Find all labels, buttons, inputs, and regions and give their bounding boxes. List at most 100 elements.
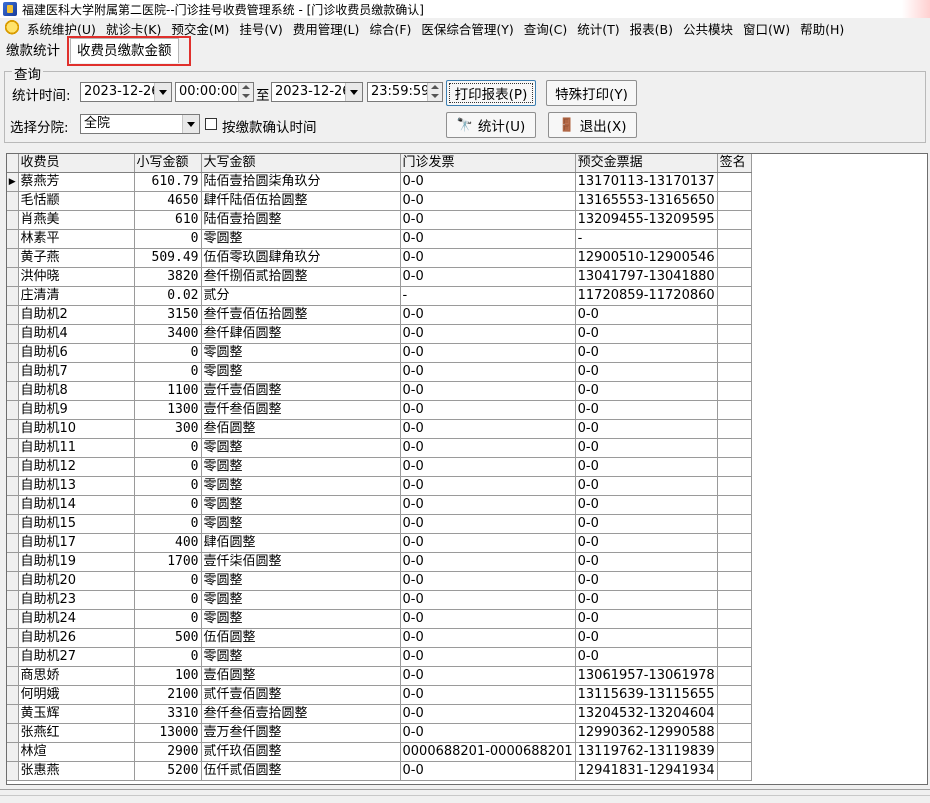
- invoice-cell[interactable]: 0-0: [400, 761, 576, 781]
- signature-cell[interactable]: [717, 229, 752, 249]
- cashier-cell[interactable]: 自助机2: [18, 305, 135, 325]
- table-row[interactable]: 商思娇 100 壹佰圆整 0-0 13061957-13061978: [7, 666, 752, 686]
- deposit-receipt-cell[interactable]: 13115639-13115655: [575, 685, 718, 705]
- amount-cell[interactable]: 610.79: [134, 172, 202, 192]
- amount-cell[interactable]: 1700: [134, 552, 202, 572]
- end-time-field[interactable]: 23:59:59: [367, 82, 443, 102]
- special-print-button[interactable]: 特殊打印(Y): [546, 80, 637, 106]
- amount-words-cell[interactable]: 伍佰零玖圆肆角玖分: [201, 248, 401, 268]
- signature-cell[interactable]: [717, 514, 752, 534]
- invoice-cell[interactable]: 0-0: [400, 381, 576, 401]
- amount-cell[interactable]: 500: [134, 628, 202, 648]
- cashier-cell[interactable]: 自助机26: [18, 628, 135, 648]
- exit-button[interactable]: 🚪 退出(X): [548, 112, 637, 138]
- table-row[interactable]: 自助机9 1300 壹仟叁佰圆整 0-0 0-0: [7, 400, 752, 420]
- deposit-receipt-cell[interactable]: 0-0: [575, 495, 718, 515]
- table-row[interactable]: 自助机20 0 零圆整 0-0 0-0: [7, 571, 752, 591]
- signature-cell[interactable]: [717, 438, 752, 458]
- column-header-invoice[interactable]: 门诊发票: [400, 154, 576, 173]
- chevron-down-icon[interactable]: [154, 83, 171, 101]
- chevron-down-icon[interactable]: [182, 115, 199, 133]
- deposit-receipt-cell[interactable]: 0-0: [575, 343, 718, 363]
- signature-cell[interactable]: [717, 533, 752, 553]
- amount-words-cell[interactable]: 零圆整: [201, 609, 401, 629]
- amount-words-cell[interactable]: 零圆整: [201, 647, 401, 667]
- menu-statistics[interactable]: 统计(T): [574, 19, 626, 38]
- cashier-cell[interactable]: 张惠燕: [18, 761, 135, 781]
- amount-words-cell[interactable]: 伍佰圆整: [201, 628, 401, 648]
- amount-words-cell[interactable]: 叁仟肆佰圆整: [201, 324, 401, 344]
- cashier-cell[interactable]: 自助机8: [18, 381, 135, 401]
- table-row[interactable]: 自助机27 0 零圆整 0-0 0-0: [7, 647, 752, 667]
- signature-cell[interactable]: [717, 248, 752, 268]
- amount-cell[interactable]: 0: [134, 476, 202, 496]
- invoice-cell[interactable]: 0-0: [400, 476, 576, 496]
- amount-words-cell[interactable]: 叁仟叁佰壹拾圆整: [201, 704, 401, 724]
- signature-cell[interactable]: [717, 172, 752, 192]
- table-row[interactable]: 自助机6 0 零圆整 0-0 0-0: [7, 343, 752, 363]
- cashier-cell[interactable]: 自助机14: [18, 495, 135, 515]
- invoice-cell[interactable]: 0-0: [400, 210, 576, 230]
- table-row[interactable]: 自助机14 0 零圆整 0-0 0-0: [7, 495, 752, 515]
- invoice-cell[interactable]: 0-0: [400, 172, 576, 192]
- table-row[interactable]: 肖燕美 610 陆佰壹拾圆整 0-0 13209455-13209595: [7, 210, 752, 230]
- amount-cell[interactable]: 0: [134, 590, 202, 610]
- amount-words-cell[interactable]: 壹仟壹佰圆整: [201, 381, 401, 401]
- signature-cell[interactable]: [717, 628, 752, 648]
- amount-cell[interactable]: 3820: [134, 267, 202, 287]
- signature-cell[interactable]: [717, 647, 752, 667]
- amount-words-cell[interactable]: 贰仟玖佰圆整: [201, 742, 401, 762]
- cashier-cell[interactable]: 自助机9: [18, 400, 135, 420]
- deposit-receipt-cell[interactable]: 0-0: [575, 628, 718, 648]
- cashier-cell[interactable]: 黄玉辉: [18, 704, 135, 724]
- cashier-cell[interactable]: 自助机15: [18, 514, 135, 534]
- deposit-receipt-cell[interactable]: 0-0: [575, 305, 718, 325]
- deposit-receipt-cell[interactable]: 11720859-11720860: [575, 286, 718, 306]
- table-row[interactable]: 自助机11 0 零圆整 0-0 0-0: [7, 438, 752, 458]
- amount-words-cell[interactable]: 陆佰壹拾圆整: [201, 210, 401, 230]
- menu-deposit[interactable]: 预交金(M): [168, 19, 236, 38]
- deposit-receipt-cell[interactable]: 0-0: [575, 362, 718, 382]
- invoice-cell[interactable]: 0-0: [400, 666, 576, 686]
- invoice-cell[interactable]: 0-0: [400, 552, 576, 572]
- signature-cell[interactable]: [717, 419, 752, 439]
- amount-cell[interactable]: 0: [134, 609, 202, 629]
- table-row[interactable]: 林素平 0 零圆整 0-0-: [7, 229, 752, 249]
- table-row[interactable]: 毛恬颛 4650 肆仟陆佰伍拾圆整 0-0 13165553-13165650: [7, 191, 752, 211]
- column-header-amount-words[interactable]: 大写金额: [201, 154, 401, 173]
- cashier-cell[interactable]: 商思娇: [18, 666, 135, 686]
- menu-help[interactable]: 帮助(H): [797, 19, 851, 38]
- deposit-receipt-cell[interactable]: 13119762-13119839: [575, 742, 718, 762]
- deposit-receipt-cell[interactable]: 13204532-13204604: [575, 704, 718, 724]
- deposit-receipt-cell[interactable]: 0-0: [575, 324, 718, 344]
- deposit-receipt-cell[interactable]: 13170113-13170137: [575, 172, 718, 192]
- invoice-cell[interactable]: 0-0: [400, 324, 576, 344]
- amount-cell[interactable]: 0: [134, 438, 202, 458]
- signature-cell[interactable]: [717, 381, 752, 401]
- signature-cell[interactable]: [717, 723, 752, 743]
- amount-cell[interactable]: 100: [134, 666, 202, 686]
- amount-words-cell[interactable]: 壹佰圆整: [201, 666, 401, 686]
- signature-cell[interactable]: [717, 761, 752, 781]
- deposit-receipt-cell[interactable]: 12941831-12941934: [575, 761, 718, 781]
- signature-cell[interactable]: [717, 343, 752, 363]
- table-row[interactable]: 自助机23 0 零圆整 0-0 0-0: [7, 590, 752, 610]
- signature-cell[interactable]: [717, 685, 752, 705]
- amount-words-cell[interactable]: 零圆整: [201, 362, 401, 382]
- deposit-receipt-cell[interactable]: -: [575, 229, 718, 249]
- amount-cell[interactable]: 0: [134, 514, 202, 534]
- signature-cell[interactable]: [717, 552, 752, 572]
- cashier-cell[interactable]: 毛恬颛: [18, 191, 135, 211]
- statistics-button[interactable]: 🔭 统计(U): [446, 112, 536, 138]
- menu-register[interactable]: 挂号(V): [236, 19, 289, 38]
- amount-words-cell[interactable]: 贰仟壹佰圆整: [201, 685, 401, 705]
- amount-cell[interactable]: 0: [134, 571, 202, 591]
- amount-cell[interactable]: 0: [134, 495, 202, 515]
- table-row[interactable]: 庄清清 0.02 贰分 -11720859-11720860: [7, 286, 752, 306]
- table-row[interactable]: 张燕红 13000 壹万叁仟圆整 0-0 12990362-12990588: [7, 723, 752, 743]
- signature-cell[interactable]: [717, 457, 752, 477]
- amount-cell[interactable]: 300: [134, 419, 202, 439]
- table-row[interactable]: 自助机15 0 零圆整 0-0 0-0: [7, 514, 752, 534]
- cashier-cell[interactable]: 自助机10: [18, 419, 135, 439]
- table-row[interactable]: ▶ 蔡燕芳 610.79 陆佰壹拾圆柒角玖分 0-0 13170113-13170137: [7, 172, 752, 192]
